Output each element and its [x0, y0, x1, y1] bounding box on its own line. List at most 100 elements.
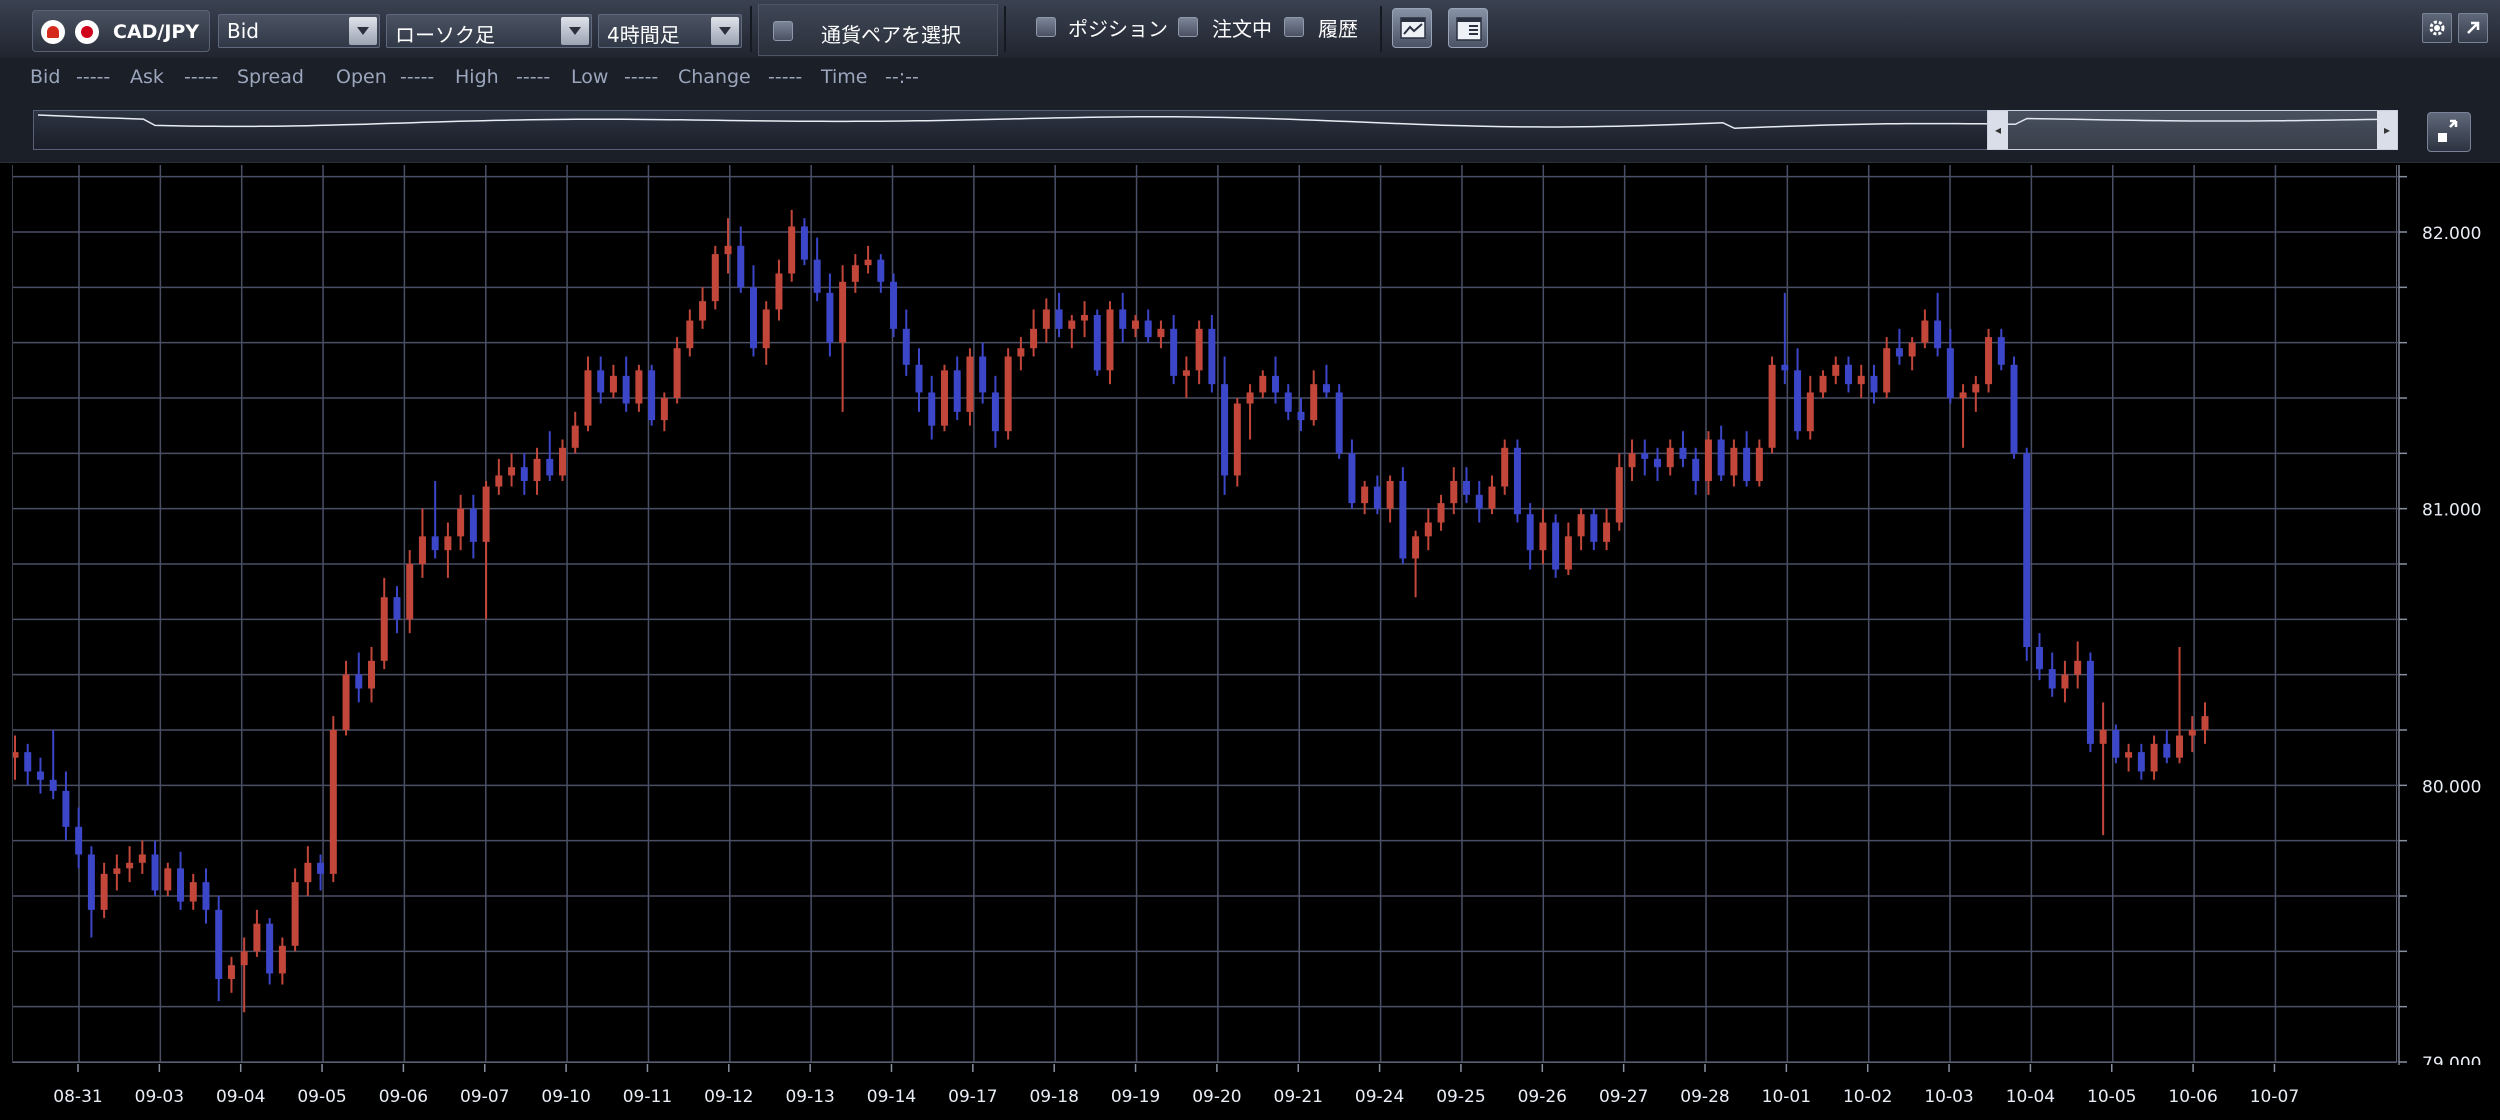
candle[interactable]	[1615, 453, 1623, 531]
candle[interactable]	[1195, 320, 1203, 385]
candle[interactable]	[1246, 384, 1254, 440]
candle[interactable]	[1131, 315, 1139, 338]
candle[interactable]	[762, 301, 770, 365]
chart-settings-button[interactable]	[1392, 8, 1432, 48]
candle[interactable]	[1042, 298, 1050, 343]
candle[interactable]	[1552, 514, 1560, 578]
candle[interactable]	[711, 245, 719, 310]
candle[interactable]	[2035, 633, 2043, 681]
candle[interactable]	[813, 237, 821, 302]
candle[interactable]	[1666, 439, 1674, 476]
candle[interactable]	[966, 348, 974, 426]
candle[interactable]	[1819, 370, 1827, 398]
candle[interactable]	[622, 356, 630, 412]
candle[interactable]	[1755, 439, 1763, 487]
candle[interactable]	[380, 577, 388, 670]
candle[interactable]	[1985, 328, 1993, 393]
candle[interactable]	[1144, 309, 1152, 343]
candle[interactable]	[1030, 309, 1038, 357]
candle[interactable]	[495, 458, 503, 495]
candle[interactable]	[902, 309, 910, 376]
history-navigator[interactable]: ◂ ▸	[33, 110, 2398, 150]
navigator-left-handle[interactable]: ◂	[1988, 111, 2008, 149]
candle[interactable]	[979, 342, 987, 404]
candle[interactable]	[597, 356, 605, 404]
chevron-down-icon[interactable]	[349, 17, 377, 45]
candle[interactable]	[1386, 475, 1394, 523]
candle[interactable]	[1946, 328, 1954, 404]
candle[interactable]	[1093, 309, 1101, 376]
candle[interactable]	[469, 494, 477, 559]
navigator-visible-range[interactable]: ◂ ▸	[1987, 110, 2398, 150]
candle[interactable]	[1628, 439, 1636, 482]
candle[interactable]	[1119, 292, 1127, 343]
candle[interactable]	[1437, 494, 1445, 531]
navigator-right-handle[interactable]: ▸	[2377, 111, 2397, 149]
candle[interactable]	[2023, 447, 2031, 661]
candle[interactable]	[1526, 503, 1534, 570]
candle[interactable]	[1501, 439, 1509, 495]
candle[interactable]	[749, 265, 757, 357]
candle[interactable]	[2201, 702, 2209, 744]
candle[interactable]	[928, 375, 936, 440]
candle[interactable]	[227, 956, 235, 993]
candle[interactable]	[177, 851, 185, 910]
candle[interactable]	[1679, 431, 1687, 468]
candle[interactable]	[2125, 743, 2133, 772]
candle[interactable]	[355, 652, 363, 703]
candle[interactable]	[1450, 467, 1458, 515]
chart-type-select[interactable]: ローソク足	[386, 14, 592, 48]
candle[interactable]	[2176, 647, 2184, 764]
candle[interactable]	[13, 735, 19, 780]
candle[interactable]	[546, 431, 554, 481]
candle[interactable]	[418, 508, 426, 578]
candle[interactable]	[1730, 439, 1738, 487]
candle[interactable]	[151, 840, 159, 896]
candle[interactable]	[686, 309, 694, 357]
candle[interactable]	[609, 364, 617, 398]
candle[interactable]	[890, 273, 898, 338]
candle[interactable]	[660, 392, 668, 432]
candle[interactable]	[1221, 356, 1229, 495]
candle[interactable]	[940, 364, 948, 432]
candle[interactable]	[1577, 508, 1585, 551]
chevron-down-icon[interactable]	[561, 17, 589, 45]
candle[interactable]	[953, 356, 961, 421]
candle[interactable]	[1488, 475, 1496, 515]
candle[interactable]	[2150, 735, 2158, 780]
candle[interactable]	[635, 364, 643, 412]
candle[interactable]	[839, 265, 847, 412]
candle[interactable]	[1081, 301, 1089, 338]
candle[interactable]	[1794, 348, 1802, 440]
expand-chart-button[interactable]	[2427, 112, 2471, 152]
candle[interactable]	[800, 218, 808, 266]
candle[interactable]	[329, 716, 337, 883]
candle[interactable]	[1106, 301, 1114, 385]
candle[interactable]	[1641, 439, 1649, 476]
candle[interactable]	[342, 660, 350, 736]
candle[interactable]	[253, 909, 261, 957]
popout-button[interactable]	[2458, 13, 2488, 43]
chart-plot-area[interactable]	[13, 165, 2398, 1062]
candle[interactable]	[1004, 348, 1012, 440]
candle[interactable]	[406, 550, 414, 634]
candle[interactable]	[2137, 743, 2145, 780]
candle[interactable]	[2048, 652, 2056, 697]
candle[interactable]	[431, 481, 439, 559]
candle[interactable]	[1768, 356, 1776, 454]
candle[interactable]	[2112, 724, 2120, 764]
candle[interactable]	[2061, 660, 2069, 703]
currency-pair-button[interactable]: CAD/JPY	[32, 10, 210, 52]
candle[interactable]	[1692, 447, 1700, 495]
candle[interactable]	[1539, 508, 1547, 564]
candle[interactable]	[1233, 398, 1241, 487]
candle[interactable]	[49, 730, 57, 800]
history-checkbox[interactable]	[1284, 17, 1304, 37]
candle[interactable]	[1564, 522, 1572, 576]
candle[interactable]	[1272, 356, 1280, 404]
candle[interactable]	[62, 771, 70, 841]
candle[interactable]	[1055, 292, 1063, 338]
candle[interactable]	[2163, 730, 2171, 764]
candle[interactable]	[571, 411, 579, 454]
candle[interactable]	[864, 245, 872, 274]
